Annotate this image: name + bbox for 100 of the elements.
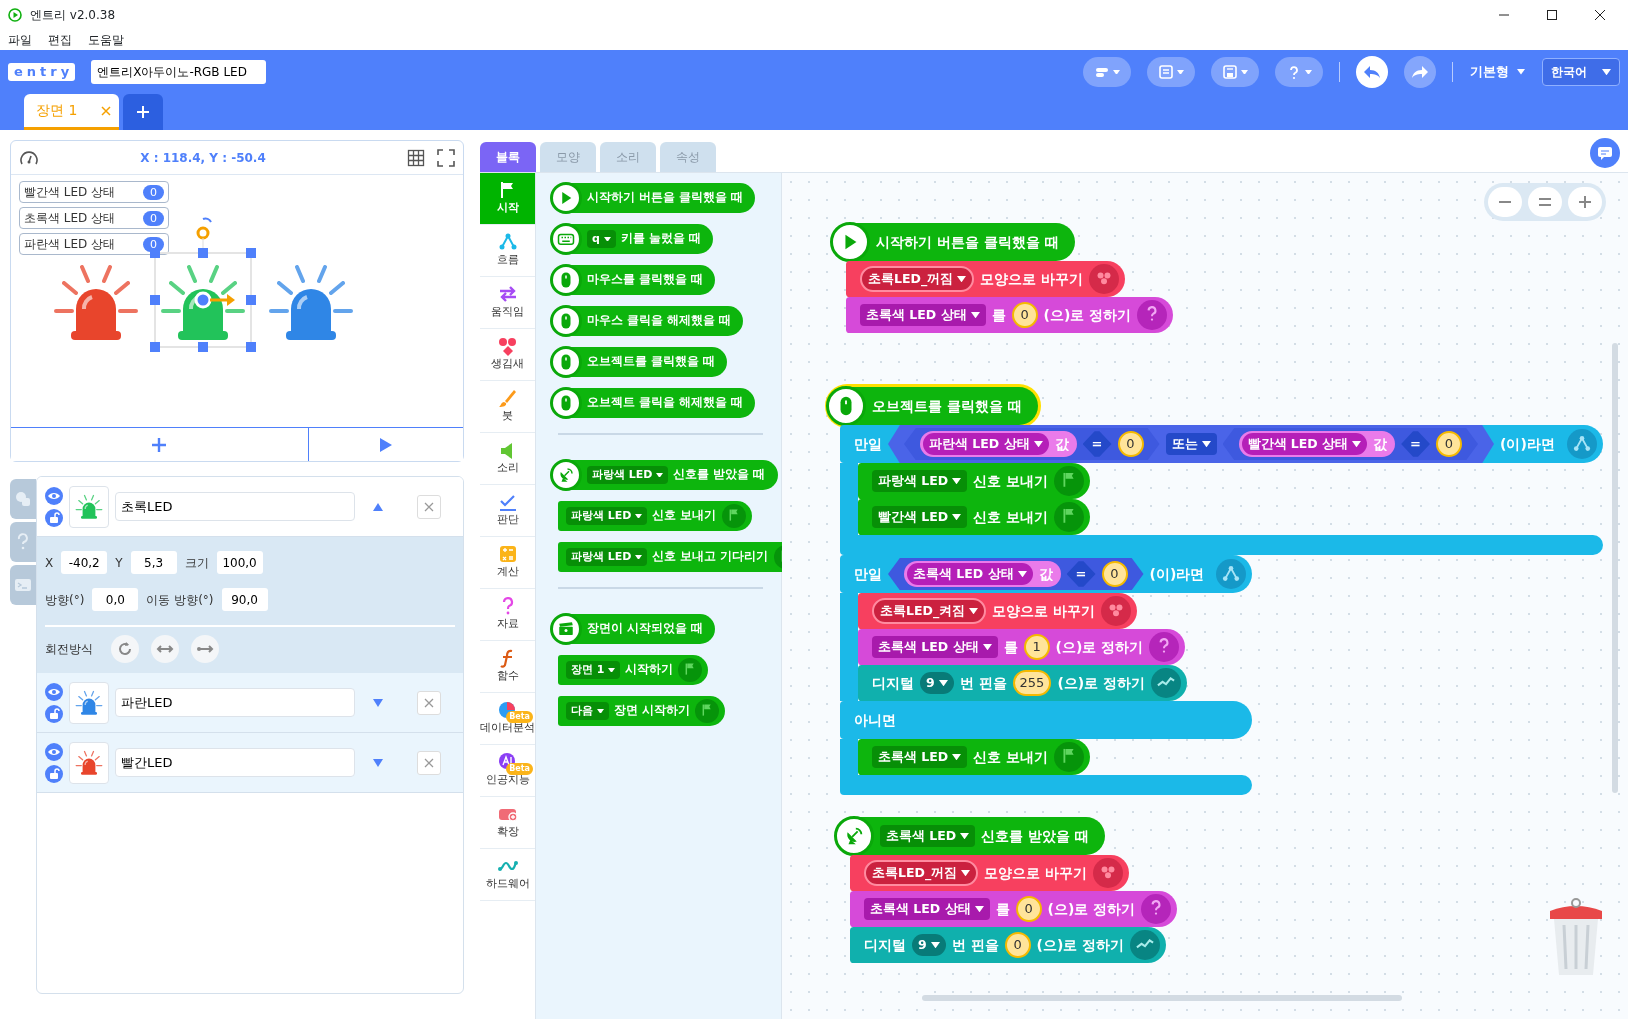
dropdown[interactable]: 초록LED_켜짐 [872, 597, 987, 625]
command-block[interactable]: 초록LED_꺼짐 모양으로 바꾸기 [850, 855, 1129, 891]
scrollbar[interactable] [1612, 343, 1618, 793]
dropdown[interactable]: 파란색 LED 상태 [923, 432, 1049, 456]
dropdown[interactable]: 초록색 LED [872, 745, 968, 769]
command-block[interactable]: 초록색 LED 상태 를 1 (으)로 정하기 [858, 629, 1186, 665]
eye-icon[interactable] [45, 742, 63, 761]
if-block-header[interactable]: 만일 파란색 LED 상태 값 = 0 또는 빨간색 LED 상태 값 = 0 (이)라면 [840, 425, 1603, 463]
command-block[interactable]: 초록색 LED 상태 를 0 (으)로 정하기 [850, 891, 1178, 927]
dropdown[interactable]: 다음 [566, 701, 609, 721]
rotation-button[interactable] [111, 635, 139, 663]
collapse-icon[interactable] [373, 502, 383, 511]
event-block[interactable]: 초록색 LED 신호를 받았을 때 [836, 817, 1105, 855]
if-block-header[interactable]: 만일 초록색 LED 상태 값 = 0 (이)라면 [840, 555, 1253, 593]
command-block[interactable]: 초록LED_켜짐 모양으로 바꾸기 [858, 593, 1137, 629]
dropdown[interactable]: 초록색 LED 상태 [864, 897, 990, 921]
dropdown[interactable]: 빨간색 LED 상태 [1241, 432, 1368, 456]
number-field[interactable]: 0 [1011, 302, 1038, 328]
redo-button[interactable] [1404, 56, 1436, 88]
dropdown[interactable]: 파랑색 LED [566, 547, 648, 567]
mode-menu[interactable]: 기본형 [1469, 61, 1526, 83]
dropdown[interactable]: 9 [912, 933, 946, 957]
dropdown[interactable]: 장면 1 [566, 660, 621, 680]
zoom-button[interactable] [1568, 187, 1602, 217]
dropdown[interactable]: 파랑색 LED [587, 465, 669, 485]
eye-icon[interactable] [45, 486, 63, 505]
dropdown[interactable]: 초록색 LED 상태 [872, 635, 998, 659]
rotation-button[interactable] [191, 635, 219, 663]
command-block[interactable]: 장면 1 시작하기 [558, 655, 709, 685]
add-scene-button[interactable] [123, 94, 163, 130]
project-title-field[interactable]: 엔트리X아두이노-RGB LED [91, 60, 267, 84]
object-name-field[interactable]: 파란LED [115, 688, 355, 717]
dropdown[interactable]: 초록색 LED 상태 [907, 562, 1033, 586]
dropdown[interactable]: 초록LED_꺼짐 [864, 859, 979, 887]
number-field[interactable]: 0 [1015, 896, 1042, 922]
command-block[interactable]: 빨간색 LED 신호 보내기 [858, 499, 1091, 535]
dropdown[interactable]: q [587, 229, 616, 249]
menu-item[interactable]: 편집 [48, 31, 72, 49]
command-block[interactable]: 디지털 9 번 핀을 255 (으)로 정하기 [858, 665, 1188, 701]
toolbar-dropdown[interactable] [1147, 57, 1195, 87]
chat-button[interactable] [1590, 138, 1620, 168]
value-field[interactable]: -40,2 [61, 551, 108, 574]
value-field[interactable]: 0,0 [92, 588, 139, 611]
lock-icon[interactable] [45, 764, 63, 783]
flag-icon [1054, 466, 1085, 496]
toolbar-dropdown[interactable] [1275, 57, 1323, 87]
command-block[interactable]: 초록색 LED 신호 보내기 [858, 739, 1091, 775]
value-field[interactable]: 5,3 [130, 551, 177, 574]
lock-icon[interactable] [45, 704, 63, 723]
object-name-field[interactable]: 초록LED [115, 492, 355, 521]
command-block[interactable]: 다음 장면 시작하기 [558, 696, 725, 726]
event-block[interactable]: q 키를 눌렀을 때 [552, 224, 713, 254]
event-block[interactable]: 파랑색 LED 신호를 받았을 때 [552, 460, 778, 490]
delete-button[interactable] [417, 494, 441, 519]
number-field[interactable]: 0 [1436, 431, 1462, 457]
command-block[interactable]: 초록색 LED 상태 를 0 (으)로 정하기 [846, 297, 1174, 333]
number-field[interactable]: 0 [1101, 561, 1128, 587]
dropdown[interactable]: 초록색 LED 상태 [860, 303, 986, 327]
number-field[interactable]: 1 [1023, 634, 1050, 660]
delete-button[interactable] [417, 750, 441, 775]
dropdown[interactable]: 파랑색 LED [872, 469, 968, 493]
value-field[interactable]: 100,0 [216, 551, 263, 574]
zoom-button[interactable] [1488, 187, 1522, 217]
speed-icon[interactable] [19, 148, 39, 167]
object-name-field[interactable]: 빨간LED [115, 748, 355, 777]
object-row[interactable]: 파란LED [37, 673, 463, 733]
dropdown[interactable]: 9 [920, 671, 954, 695]
rotation-button[interactable] [151, 635, 179, 663]
command-block[interactable]: 디지털 9 번 핀을 0 (으)로 정하기 [850, 927, 1167, 963]
number-field[interactable]: 0 [1004, 932, 1031, 958]
dropdown[interactable]: 또는 [1165, 432, 1217, 456]
command-block[interactable]: 파랑색 LED 신호 보내기 [558, 501, 752, 531]
command-block[interactable]: 초록LED_꺼짐 모양으로 바꾸기 [846, 261, 1125, 297]
menu-item[interactable]: 파일 [8, 31, 32, 49]
eye-icon[interactable] [45, 682, 63, 701]
menu-item[interactable]: 도움말 [88, 31, 124, 49]
object-row[interactable]: 빨간LED [37, 733, 463, 793]
grid-icon[interactable] [407, 148, 425, 167]
dropdown[interactable]: 파랑색 LED [566, 506, 648, 526]
object-row[interactable]: 초록LED [37, 477, 463, 537]
fullscreen-icon[interactable] [437, 148, 455, 167]
toolbar-dropdown[interactable] [1211, 57, 1259, 87]
zoom-button[interactable] [1528, 187, 1562, 217]
command-block[interactable]: 파랑색 LED 신호 보내기 [858, 463, 1091, 499]
dropdown[interactable]: 초록색 LED [880, 824, 976, 848]
toolbar-dropdown[interactable] [1083, 57, 1131, 87]
language-select[interactable]: 한국어 [1542, 58, 1620, 86]
expand-icon[interactable] [373, 758, 383, 767]
close-icon [424, 757, 434, 768]
delete-button[interactable] [417, 690, 441, 715]
number-field[interactable]: 0 [1117, 431, 1144, 457]
scrollbar[interactable] [922, 995, 1402, 1001]
dropdown[interactable]: 초록LED_꺼짐 [860, 265, 975, 293]
editor-tab[interactable]: 블록 [480, 142, 536, 172]
expand-icon[interactable] [373, 698, 383, 707]
lock-icon[interactable] [45, 508, 63, 527]
undo-button[interactable] [1356, 56, 1388, 88]
value-field[interactable]: 90,0 [221, 588, 268, 611]
number-field[interactable]: 255 [1012, 670, 1052, 696]
dropdown[interactable]: 빨간색 LED [872, 505, 968, 529]
